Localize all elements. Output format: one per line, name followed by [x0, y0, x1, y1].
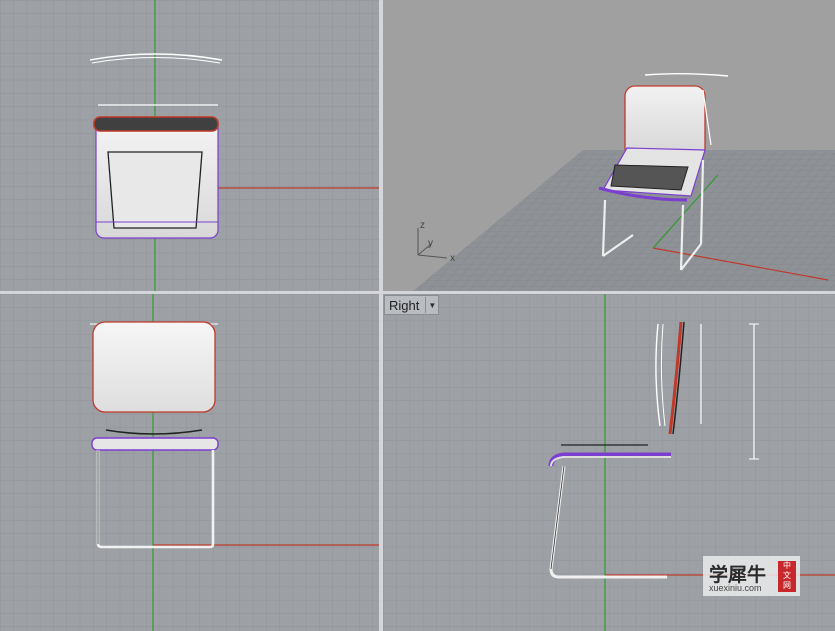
viewport-top[interactable] — [0, 0, 379, 291]
viewport-title-label[interactable]: Right — [389, 298, 425, 313]
viewport-front[interactable] — [0, 294, 379, 631]
viewport-title-right[interactable]: Right ▼ — [384, 295, 440, 315]
badge-char: 中 — [783, 561, 791, 570]
triangle-down-icon[interactable]: ▼ — [425, 297, 438, 313]
viewport-divider-vertical[interactable] — [379, 0, 383, 631]
backrest-top-edge — [93, 116, 219, 132]
seat-front — [91, 437, 219, 451]
axis-label-x: x — [450, 253, 455, 264]
backrest — [92, 321, 216, 413]
badge-char: 文 — [783, 571, 791, 580]
backrest — [624, 85, 706, 159]
axis-label-y: y — [428, 238, 433, 249]
front-view-canvas — [0, 294, 379, 631]
viewport-perspective[interactable]: z y x — [383, 0, 835, 291]
watermark: 学犀牛 xuexiniu.com 中 文 网 — [703, 556, 800, 596]
top-view-canvas — [0, 0, 379, 291]
watermark-url: xuexiniu.com — [709, 583, 762, 593]
perspective-view-canvas: z y x — [413, 73, 835, 291]
seat-panel — [107, 151, 203, 229]
viewport-divider-horizontal[interactable] — [0, 291, 835, 294]
watermark-badge: 中 文 网 — [778, 561, 796, 592]
badge-char: 网 — [783, 581, 791, 590]
axis-label-z: z — [420, 220, 425, 231]
